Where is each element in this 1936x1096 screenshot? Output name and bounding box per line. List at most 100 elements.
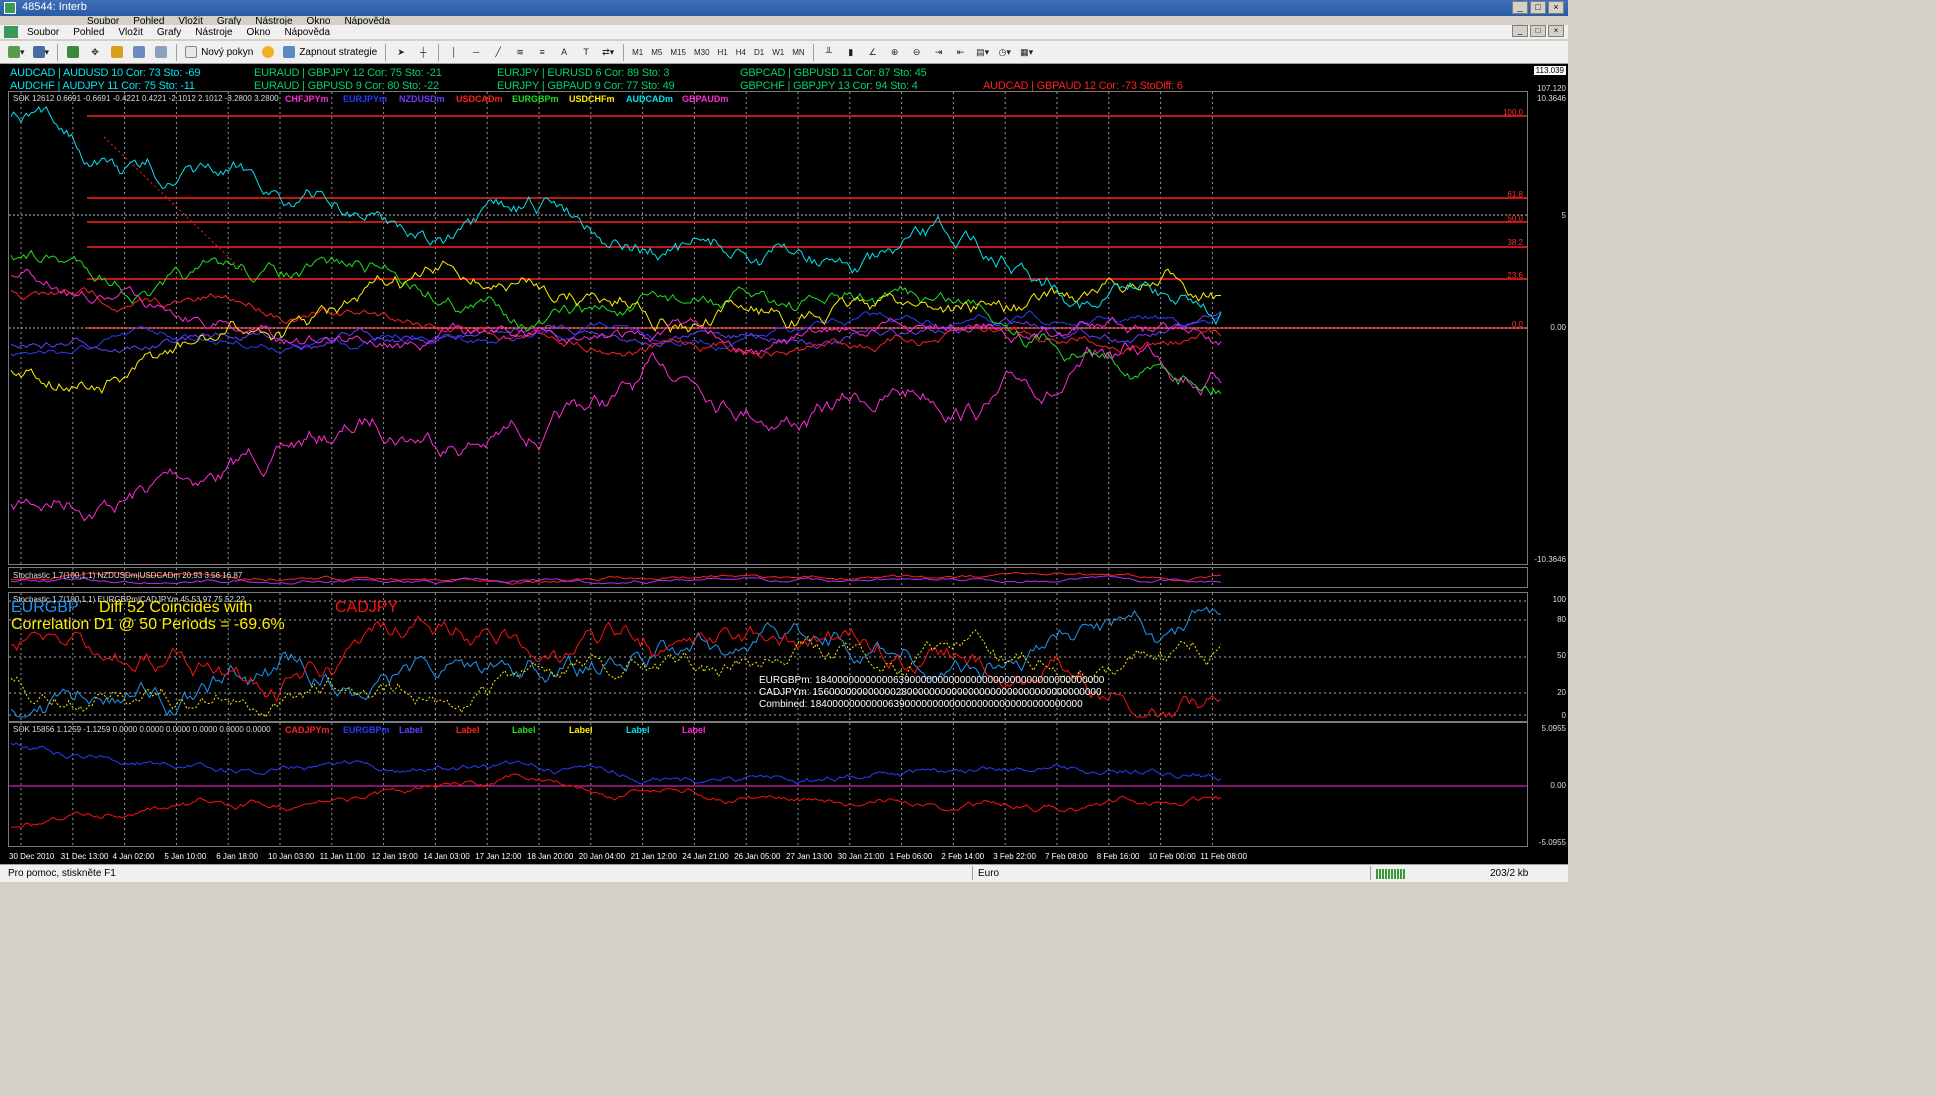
scale-price-2: 107.120 xyxy=(1537,84,1566,93)
pane3-scale-20: 20 xyxy=(1557,688,1566,697)
pane4-series-cadjpy xyxy=(10,773,1222,829)
text-label-icon[interactable]: T xyxy=(576,43,596,62)
time-axis-label: 30 Jan 21:00 xyxy=(837,852,885,861)
pane4-scale-top: 5.0955 xyxy=(1541,724,1566,733)
stochastic-pane-nzdusd-usdcad[interactable]: Stochastic 1.7(100,1,1) NZDUSDm|USDCADm … xyxy=(8,567,1528,588)
stochastic-label-1: Stochastic 1.7(100,1,1) NZDUSDm|USDCADm … xyxy=(13,571,243,580)
status-profile: Euro xyxy=(978,868,1000,879)
new-order-label: Nový pokyn xyxy=(201,46,254,58)
chart-minimize-button[interactable]: _ xyxy=(1512,25,1528,37)
fib-23-6: 23.6 xyxy=(1507,271,1523,280)
profiles-button[interactable]: ▾ xyxy=(30,43,53,62)
series-chfjpy xyxy=(10,341,1222,522)
timeframe-m5[interactable]: M5 xyxy=(647,48,666,57)
menu-help[interactable]: Nápověda xyxy=(277,27,337,38)
chart-shift-icon[interactable]: ⇤ xyxy=(951,43,971,62)
chart-restore-button[interactable]: □ xyxy=(1530,25,1546,37)
scale-upper: 10.3646 xyxy=(1537,94,1566,103)
stochastic-pane-eurgbp-cadjpy[interactable]: Stochastic 1.7(100,1,1) EURGBPm|CADJPYm … xyxy=(8,592,1528,722)
chart-area[interactable]: AUDCAD | AUDUSD 10 Cor: 73 Sto: -69 EURA… xyxy=(0,64,1568,864)
series-audcad xyxy=(10,106,1222,326)
candlestick-icon[interactable]: ▮ xyxy=(841,43,861,62)
menu-window[interactable]: Okno xyxy=(240,27,278,38)
timeframe-mn[interactable]: MN xyxy=(788,48,808,57)
chart-window-icon[interactable] xyxy=(4,26,18,38)
menu-bar: Soubor Pohled Vložit Grafy Nástroje Okno… xyxy=(0,25,1568,39)
time-axis-label: 26 Jan 05:00 xyxy=(734,852,781,861)
zoom-in-icon[interactable]: ⊕ xyxy=(885,43,905,62)
timeframe-w1[interactable]: W1 xyxy=(768,48,788,57)
menu-insert[interactable]: Vložit xyxy=(111,27,149,38)
new-order-button[interactable]: Nový pokyn xyxy=(182,43,256,62)
legend-eurjpy: EURJPYm xyxy=(343,94,388,104)
window-title: 48544: Interb xyxy=(22,1,87,13)
pair2-title: CADJPY xyxy=(335,599,399,616)
terminal-icon[interactable] xyxy=(129,43,149,62)
periods-icon[interactable]: ◷▾ xyxy=(995,43,1015,62)
zoom-out-icon[interactable]: ⊖ xyxy=(907,43,927,62)
time-axis-label: 21 Jan 12:00 xyxy=(630,852,677,861)
time-axis: 30 Dec 2010 31 Dec 13:00 4 Jan 02:00 5 Jan … xyxy=(0,850,1530,864)
line-chart-icon[interactable]: ∠ xyxy=(863,43,883,62)
menu-file[interactable]: Soubor xyxy=(20,27,66,38)
vertical-line-icon[interactable]: │ xyxy=(444,43,464,62)
correlation-text: Correlation D1 @ 50 Periods = -69.6% xyxy=(11,616,285,633)
bar-chart-icon[interactable]: ╨ xyxy=(819,43,839,62)
fibonacci-icon[interactable]: ≡ xyxy=(532,43,552,62)
timeframe-m30[interactable]: M30 xyxy=(690,48,714,57)
timeframe-h4[interactable]: H4 xyxy=(732,48,750,57)
strategy-toggle-button[interactable]: Zapnout strategie xyxy=(280,43,380,62)
time-axis-label: 2 Feb 14:00 xyxy=(941,852,985,861)
navigator-icon[interactable] xyxy=(107,43,127,62)
channel-icon[interactable]: ≋ xyxy=(510,43,530,62)
chart-close-button[interactable]: × xyxy=(1548,25,1564,37)
legend4-label-7: Label xyxy=(626,725,650,735)
main-indicator-pane[interactable]: SOK 12612 0.6691 -0.6691 -0.4221 0.4221 … xyxy=(8,91,1528,565)
terminal-window: 48544: Interb _ □ × Soubor Pohled Vložit… xyxy=(0,0,1568,888)
diff-text: Diff 52 Coincides with xyxy=(99,599,253,616)
timeframe-m15[interactable]: M15 xyxy=(666,48,690,57)
close-button[interactable]: × xyxy=(1548,1,1564,14)
timeframe-h1[interactable]: H1 xyxy=(714,48,732,57)
scale-top-price: 113.039 xyxy=(1533,66,1566,75)
legend-usdchf: USDCHFm xyxy=(569,94,615,104)
time-axis-label: 11 Feb 08:00 xyxy=(1200,852,1247,861)
crosshair-icon[interactable]: ┼ xyxy=(413,43,433,62)
tester-icon[interactable] xyxy=(151,43,171,62)
timeframe-m1[interactable]: M1 xyxy=(628,48,647,57)
text-icon[interactable]: A xyxy=(554,43,574,62)
autoscroll-icon[interactable]: ⇥ xyxy=(929,43,949,62)
arrows-icon[interactable]: ⇄▾ xyxy=(598,43,618,62)
metaeditor-icon[interactable] xyxy=(258,43,278,62)
minimize-button[interactable]: _ xyxy=(1512,1,1528,14)
time-axis-label: 18 Jan 20:00 xyxy=(527,852,574,861)
menu-tools[interactable]: Nástroje xyxy=(188,27,239,38)
time-axis-label: 11 Jan 11:00 xyxy=(319,852,365,861)
templates-icon[interactable]: ▦▾ xyxy=(1017,43,1037,62)
crosshair-move-icon[interactable]: ✥ xyxy=(85,43,105,62)
sok-pane-cadjpy-eurgbp[interactable]: SOK 15856 1.1259 -1.1259 0.0000 0.0000 0… xyxy=(8,722,1528,847)
app-icon xyxy=(4,2,16,14)
legend-usdcad: USDCADm xyxy=(456,94,503,104)
legend4-label-3: Label xyxy=(399,725,423,735)
menu-charts[interactable]: Grafy xyxy=(150,27,188,38)
legend-chfjpy: CHFJPYm xyxy=(285,94,329,104)
new-chart-button[interactable]: ▾ xyxy=(5,43,28,62)
cursor-icon[interactable]: ➤ xyxy=(391,43,411,62)
horizontal-line-icon[interactable]: ─ xyxy=(466,43,486,62)
legend-eurgbp: EURGBPm xyxy=(512,94,559,104)
status-bar: Pro pomoc, stiskněte F1 Euro 203/2 kb xyxy=(0,864,1568,882)
trendline-icon[interactable]: ╱ xyxy=(488,43,508,62)
price-scale[interactable]: 113.039 107.120 10.3646 5 0.00 -10.3646 … xyxy=(1530,64,1568,850)
indicators-icon[interactable]: ▤▾ xyxy=(973,43,993,62)
fib-0: 0.0 xyxy=(1511,320,1523,329)
time-axis-label: 14 Jan 03:00 xyxy=(423,852,470,861)
menu-view[interactable]: Pohled xyxy=(66,27,111,38)
fib-38-2: 38.2 xyxy=(1507,238,1523,247)
market-watch-icon[interactable] xyxy=(63,43,83,62)
scale-five: 5 xyxy=(1561,211,1566,220)
corr-euraud-gbpjpy: EURAUD | GBPJPY 12 Cor: 75 Sto: -21 xyxy=(254,67,442,79)
timeframe-d1[interactable]: D1 xyxy=(750,48,768,57)
time-axis-label: 30 Dec 2010 xyxy=(9,852,55,861)
maximize-button[interactable]: □ xyxy=(1530,1,1546,14)
